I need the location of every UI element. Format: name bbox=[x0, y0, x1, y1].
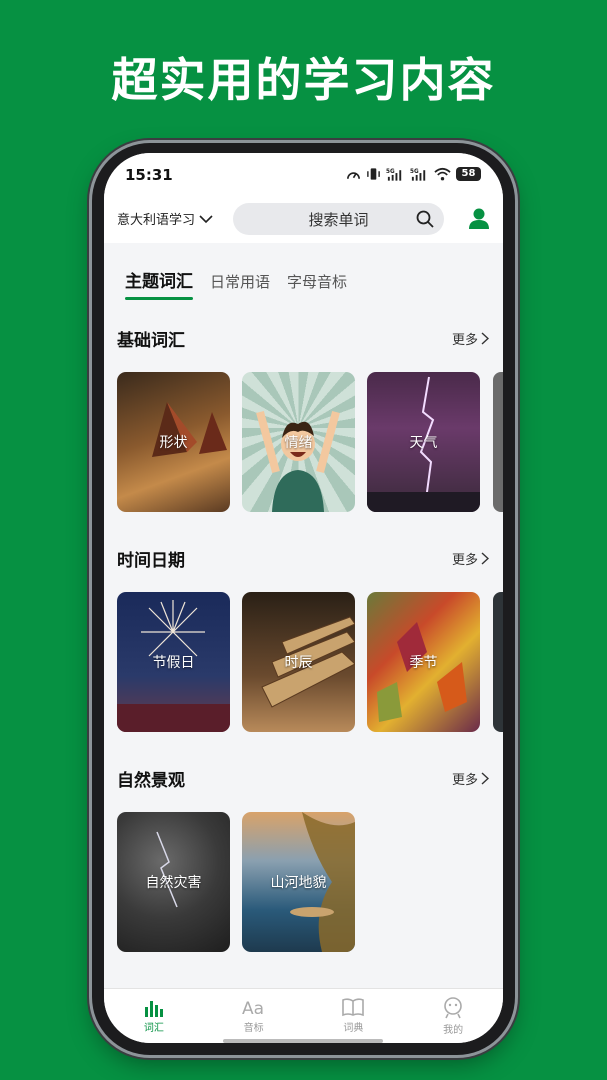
card-row-time: 节假日 时辰 季节 bbox=[117, 592, 503, 732]
signal-5g-label: 5G bbox=[386, 169, 395, 175]
topic-card[interactable]: 山河地貌 bbox=[242, 812, 355, 952]
card-label: 时辰 bbox=[284, 655, 313, 671]
section-header-time: 时间日期 更多 bbox=[117, 546, 489, 571]
battery-indicator: 58 bbox=[456, 167, 481, 181]
chevron-right-icon bbox=[481, 772, 489, 785]
status-bar: 15:31 5G 5G 58 bbox=[104, 153, 503, 195]
bar-chart-icon bbox=[144, 1001, 163, 1017]
wifi-icon bbox=[434, 167, 451, 181]
vibrate-icon bbox=[367, 168, 380, 180]
signal-5g-label-2: 5G bbox=[410, 169, 419, 175]
nav-phonetics[interactable]: Aa 音标 bbox=[204, 989, 304, 1043]
app-screen: 15:31 5G 5G 58 意大利语学习 搜索单词 主题词汇 日常用语 字母音… bbox=[104, 153, 503, 1043]
topic-card[interactable]: 形状 bbox=[117, 372, 230, 512]
card-label: 节假日 bbox=[152, 655, 195, 671]
profile-icon bbox=[444, 997, 462, 1019]
bottom-nav: 词汇 Aa 音标 词典 我的 bbox=[104, 988, 503, 1043]
promo-title: 超实用的学习内容 bbox=[111, 53, 496, 107]
section-header-nature: 自然景观 更多 bbox=[117, 766, 489, 791]
more-link[interactable]: 更多 bbox=[452, 549, 489, 568]
card-label: 季节 bbox=[409, 655, 438, 671]
topic-card[interactable]: 时辰 bbox=[242, 592, 355, 732]
chevron-right-icon bbox=[481, 332, 489, 345]
home-indicator bbox=[223, 1039, 383, 1043]
language-label: 意大利语学习 bbox=[117, 213, 196, 228]
speed-icon bbox=[347, 172, 360, 179]
card-label: 自然灾害 bbox=[145, 875, 202, 891]
card-label: 情绪 bbox=[284, 435, 313, 451]
search-placeholder: 搜索单词 bbox=[308, 210, 369, 229]
status-time: 15:31 bbox=[125, 166, 173, 184]
topic-card[interactable]: 节假日 bbox=[117, 592, 230, 732]
section-title: 基础词汇 bbox=[117, 331, 185, 351]
topic-card[interactable]: 自然灾害 bbox=[117, 812, 230, 952]
nav-vocabulary[interactable]: 词汇 bbox=[104, 989, 204, 1043]
card-peek bbox=[493, 592, 503, 732]
nav-label: 我的 bbox=[443, 1025, 464, 1036]
more-label: 更多 bbox=[451, 333, 478, 348]
card-label: 天气 bbox=[409, 435, 438, 451]
search-input[interactable]: 搜索单词 bbox=[233, 203, 444, 235]
topic-card[interactable]: 天气 bbox=[367, 372, 480, 512]
signal-5g-icon: 5G bbox=[386, 169, 402, 181]
card-label: 形状 bbox=[159, 435, 188, 451]
tab-alphabet-phonetics[interactable]: 字母音标 bbox=[287, 271, 347, 300]
category-tabs: 主题词汇 日常用语 字母音标 bbox=[125, 267, 347, 300]
nav-profile[interactable]: 我的 bbox=[403, 989, 503, 1043]
search-icon[interactable] bbox=[416, 210, 434, 228]
svg-text:Aa: Aa bbox=[242, 999, 264, 1017]
signal-5g-icon-2: 5G bbox=[410, 169, 426, 181]
section-title: 自然景观 bbox=[117, 771, 185, 791]
nav-label: 词汇 bbox=[143, 1023, 164, 1034]
topic-card[interactable]: 情绪 bbox=[242, 372, 355, 512]
nav-label: 词典 bbox=[343, 1023, 364, 1034]
more-label: 更多 bbox=[451, 553, 478, 568]
section-title: 时间日期 bbox=[117, 551, 185, 571]
more-label: 更多 bbox=[451, 773, 478, 788]
nav-label: 音标 bbox=[243, 1023, 264, 1034]
aa-letters-icon: Aa bbox=[242, 999, 264, 1017]
book-icon bbox=[342, 998, 365, 1017]
status-icons: 5G 5G 58 bbox=[346, 167, 481, 181]
card-row-nature: 自然灾害 山河地貌 bbox=[117, 812, 503, 952]
user-icon[interactable] bbox=[467, 206, 491, 230]
tab-topic-vocabulary[interactable]: 主题词汇 bbox=[125, 267, 193, 300]
card-row-basic: 形状 情绪 天气 bbox=[117, 372, 503, 512]
section-header-basic: 基础词汇 更多 bbox=[117, 326, 489, 351]
chevron-right-icon bbox=[481, 552, 489, 565]
top-bar: 意大利语学习 搜索单词 bbox=[104, 195, 503, 243]
card-label: 山河地貌 bbox=[270, 875, 327, 891]
tab-daily-phrases[interactable]: 日常用语 bbox=[210, 271, 270, 300]
topic-card[interactable]: 季节 bbox=[367, 592, 480, 732]
nav-dictionary[interactable]: 词典 bbox=[304, 989, 404, 1043]
chevron-down-icon bbox=[199, 214, 213, 223]
more-link[interactable]: 更多 bbox=[452, 769, 489, 788]
more-link[interactable]: 更多 bbox=[452, 329, 489, 348]
language-selector[interactable]: 意大利语学习 bbox=[117, 209, 213, 228]
card-peek bbox=[493, 372, 503, 512]
